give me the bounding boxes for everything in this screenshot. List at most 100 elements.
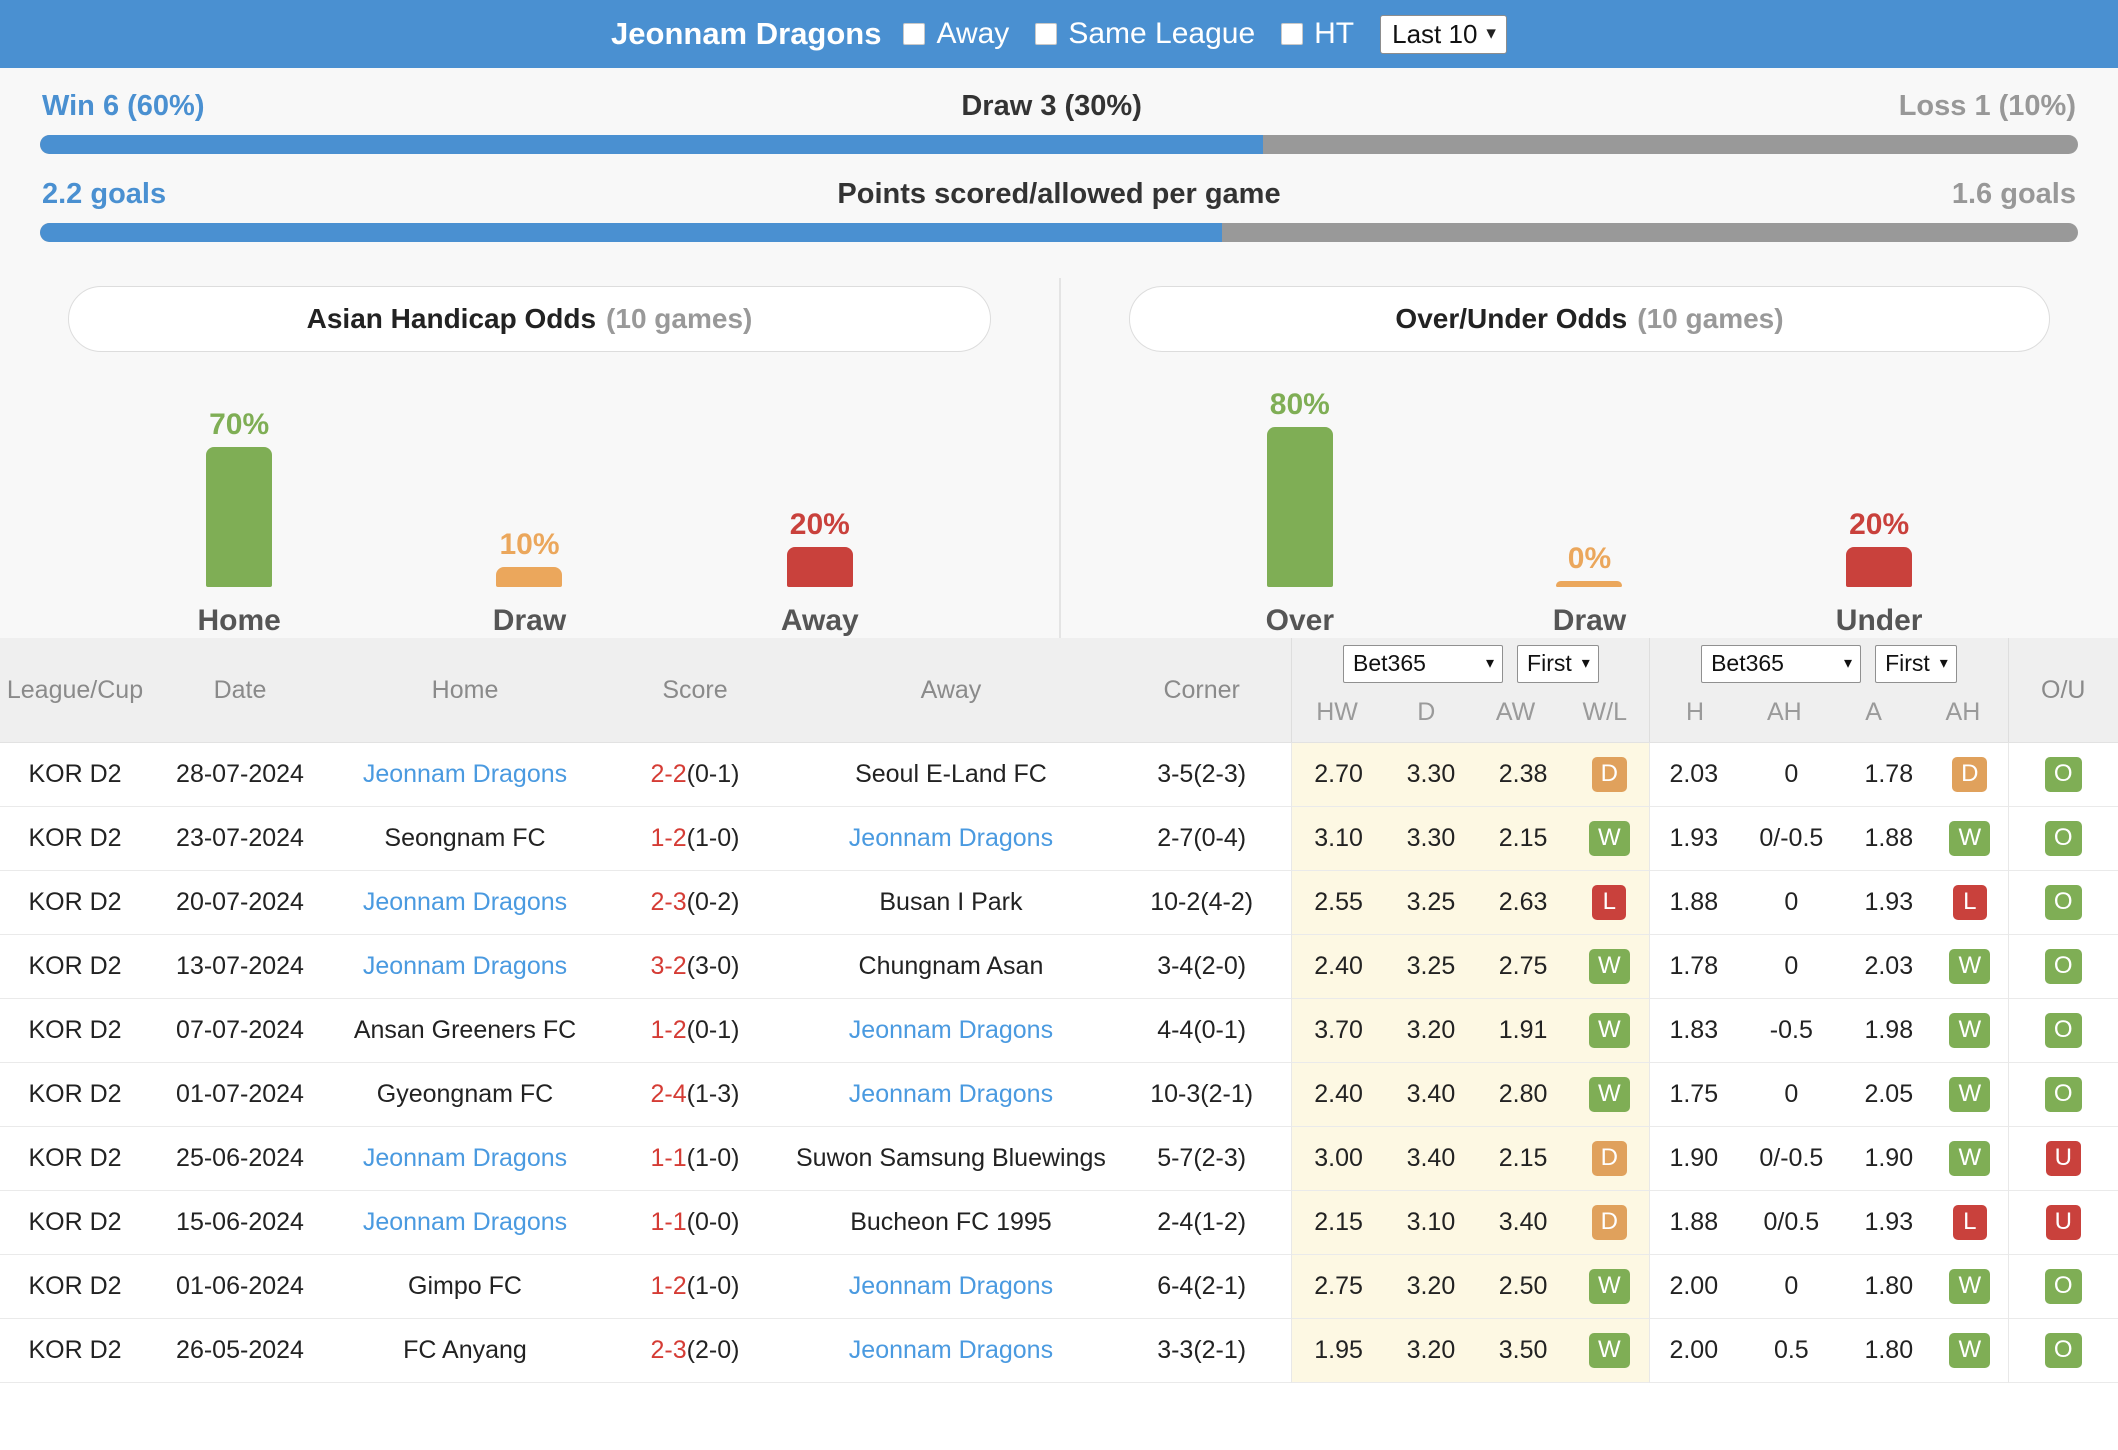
cell-score[interactable]: 2-3(0-2) <box>600 871 790 935</box>
home-team-name[interactable]: Jeonnam Dragons <box>363 760 567 788</box>
cell-score[interactable]: 1-2(1-0) <box>600 1255 790 1319</box>
filter-same-league[interactable]: Same League <box>1035 17 1255 51</box>
table-row[interactable]: KOR D2 13-07-2024 Jeonnam Dragons 3-2(3-0) C… <box>0 934 2118 999</box>
home-team-name[interactable]: Seongnam FC <box>384 824 545 852</box>
half-select-ah[interactable]: First ▾ <box>1875 645 1957 683</box>
table-row[interactable]: KOR D2 28-07-2024 Jeonnam Dragons 2-2(0-1) S… <box>0 742 2118 807</box>
home-team-name[interactable]: Gyeongnam FC <box>377 1080 553 1108</box>
table-row[interactable]: KOR D2 20-07-2024 Jeonnam Dragons 2-3(0-2) B… <box>0 870 2118 935</box>
asian-handicap-title[interactable]: Asian Handicap Odds (10 games) <box>68 286 991 352</box>
checkbox-away[interactable] <box>903 23 926 45</box>
cell-home[interactable]: Jeonnam Dragons <box>330 935 600 999</box>
th-corner[interactable]: Corner <box>1111 638 1292 743</box>
cell-score[interactable]: 1-2(1-0) <box>600 807 790 871</box>
filter-away[interactable]: Away <box>903 17 1009 51</box>
cell-away[interactable]: Jeonnam Dragons <box>790 1255 1112 1319</box>
goals-block: 2.2 goals Points scored/allowed per game… <box>40 172 2078 242</box>
cell-h: 2.03 <box>1649 742 1738 807</box>
table-row[interactable]: KOR D2 07-07-2024 Ansan Greeners FC 1-2(0-1… <box>0 998 2118 1063</box>
cell-home[interactable]: Jeonnam Dragons <box>330 1127 600 1191</box>
th-date[interactable]: Date <box>150 638 330 743</box>
home-team-name[interactable]: Ansan Greeners FC <box>354 1016 576 1044</box>
home-team-name[interactable]: Jeonnam Dragons <box>363 1208 567 1236</box>
cell-score[interactable]: 1-1(1-0) <box>600 1127 790 1191</box>
cell-away[interactable]: Bucheon FC 1995 <box>790 1191 1112 1255</box>
cell-home[interactable]: Ansan Greeners FC <box>330 999 600 1063</box>
cell-home[interactable]: Jeonnam Dragons <box>330 743 600 807</box>
filter-ht[interactable]: HT <box>1281 17 1354 51</box>
home-team-name[interactable]: FC Anyang <box>403 1336 527 1364</box>
cell-hw: 2.40 <box>1291 934 1385 999</box>
cell-date: 26-05-2024 <box>176 1336 304 1364</box>
cell-score[interactable]: 2-3(2-0) <box>600 1319 790 1383</box>
checkbox-same-league[interactable] <box>1035 23 1058 45</box>
cell-away[interactable]: Busan I Park <box>790 871 1112 935</box>
cell-home[interactable]: Seongnam FC <box>330 807 600 871</box>
score-fulltime: 2-3 <box>650 888 687 916</box>
half-select-1x2[interactable]: First ▾ <box>1517 645 1599 683</box>
range-select[interactable]: Last 10 ▾ <box>1380 14 1507 54</box>
table-row[interactable]: KOR D2 01-07-2024 Gyeongnam FC 2-4(1-3) Jeon… <box>0 1062 2118 1127</box>
cell-score[interactable]: 2-4(1-3) <box>600 1063 790 1127</box>
cell-home[interactable]: Gyeongnam FC <box>330 1063 600 1127</box>
cell-date: 28-07-2024 <box>176 760 304 788</box>
cell-league: KOR D2 <box>28 1336 122 1364</box>
away-team-name[interactable]: Bucheon FC 1995 <box>850 1208 1052 1236</box>
cell-h: 1.75 <box>1649 1062 1738 1127</box>
cell-d: 3.20 <box>1384 1318 1477 1383</box>
cell-away[interactable]: Jeonnam Dragons <box>790 807 1112 871</box>
away-team-name[interactable]: Jeonnam Dragons <box>849 1336 1053 1364</box>
cell-ou: U <box>2007 1190 2118 1255</box>
cell-score[interactable]: 1-1(0-0) <box>600 1191 790 1255</box>
table-row[interactable]: KOR D2 15-06-2024 Jeonnam Dragons 1-1(0-0) B… <box>0 1190 2118 1255</box>
cell-home[interactable]: FC Anyang <box>330 1319 600 1383</box>
bookmaker-select-ah[interactable]: Bet365 ▾ <box>1701 645 1862 683</box>
cell-score[interactable]: 2-2(0-1) <box>600 743 790 807</box>
checkbox-ht[interactable] <box>1281 23 1304 45</box>
bookmaker-select-1x2[interactable]: Bet365 ▾ <box>1343 645 1504 683</box>
cell-away[interactable]: Jeonnam Dragons <box>790 999 1112 1063</box>
table-row[interactable]: KOR D2 01-06-2024 Gimpo FC 1-2(1-0) Jeonnam … <box>0 1254 2118 1319</box>
home-team-name[interactable]: Jeonnam Dragons <box>363 1144 567 1172</box>
bar-column-over: 80% Over <box>1225 388 1375 638</box>
table-row[interactable]: KOR D2 26-05-2024 FC Anyang 2-3(2-0) Jeonnam… <box>0 1318 2118 1383</box>
th-away[interactable]: Away <box>790 638 1112 743</box>
cell-away[interactable]: Jeonnam Dragons <box>790 1063 1112 1127</box>
th-score[interactable]: Score <box>600 638 790 743</box>
bar-label-under: Under <box>1835 604 1923 637</box>
away-team-name[interactable]: Jeonnam Dragons <box>849 1272 1053 1300</box>
cell-away[interactable]: Jeonnam Dragons <box>790 1319 1112 1383</box>
cell-corner: 10-3(2-1) <box>1150 1080 1254 1108</box>
cell-h: 1.78 <box>1649 934 1738 999</box>
away-team-name[interactable]: Seoul E-Land FC <box>855 760 1047 788</box>
away-team-name[interactable]: Chungnam Asan <box>859 952 1044 980</box>
cell-hw: 3.70 <box>1291 998 1385 1063</box>
th-home[interactable]: Home <box>330 638 600 743</box>
away-team-name[interactable]: Jeonnam Dragons <box>849 1016 1053 1044</box>
cell-away[interactable]: Chungnam Asan <box>790 935 1112 999</box>
away-team-name[interactable]: Jeonnam Dragons <box>849 824 1053 852</box>
cell-away[interactable]: Seoul E-Land FC <box>790 743 1112 807</box>
cell-wl: W <box>1569 934 1650 999</box>
cell-home[interactable]: Jeonnam Dragons <box>330 871 600 935</box>
th-league[interactable]: League/Cup <box>0 638 150 743</box>
cell-score[interactable]: 3-2(3-0) <box>600 935 790 999</box>
home-team-name[interactable]: Jeonnam Dragons <box>363 888 567 916</box>
away-team-name[interactable]: Jeonnam Dragons <box>849 1080 1053 1108</box>
cell-score[interactable]: 1-2(0-1) <box>600 999 790 1063</box>
cell-ah1: 0/0.5 <box>1763 1208 1820 1236</box>
chevron-down-icon: ▾ <box>1844 654 1853 672</box>
home-team-name[interactable]: Gimpo FC <box>408 1272 522 1300</box>
table-row[interactable]: KOR D2 23-07-2024 Seongnam FC 1-2(1-0) Jeonn… <box>0 806 2118 871</box>
home-team-name[interactable]: Jeonnam Dragons <box>363 952 567 980</box>
cell-home[interactable]: Jeonnam Dragons <box>330 1191 600 1255</box>
th-ou[interactable]: O/U <box>2007 638 2118 743</box>
cell-away[interactable]: Suwon Samsung Bluewings <box>790 1127 1112 1191</box>
cell-home[interactable]: Gimpo FC <box>330 1255 600 1319</box>
over-under-title[interactable]: Over/Under Odds (10 games) <box>1129 286 2050 352</box>
cell-hw: 3.10 <box>1291 806 1385 871</box>
table-row[interactable]: KOR D2 25-06-2024 Jeonnam Dragons 1-1(1-0) S… <box>0 1126 2118 1191</box>
away-team-name[interactable]: Busan I Park <box>879 888 1022 916</box>
result-badge-wl: L <box>1592 884 1627 921</box>
away-team-name[interactable]: Suwon Samsung Bluewings <box>796 1144 1106 1172</box>
